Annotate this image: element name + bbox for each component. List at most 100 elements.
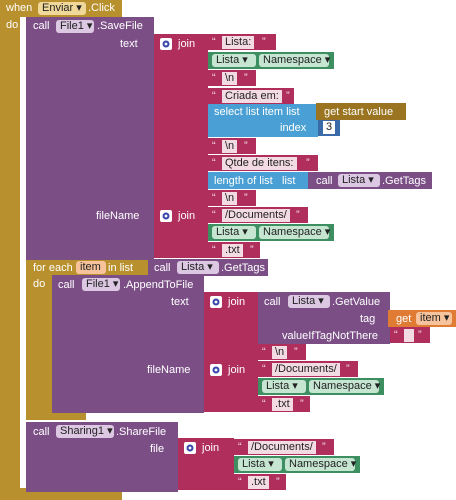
text-value[interactable]: /Documents/ [222, 209, 290, 222]
mutator-gear-icon[interactable] [210, 364, 222, 376]
text-value-empty[interactable] [404, 329, 414, 342]
call-label: call [316, 175, 333, 187]
quote-right: ” [296, 209, 300, 221]
call-label: call [58, 279, 75, 291]
join-label: join [178, 210, 196, 222]
method-appendtofile: .AppendToFile [123, 279, 194, 291]
quote-left: “ [238, 476, 242, 488]
method-savefile: .SaveFile [97, 20, 143, 32]
loop-variable-item[interactable]: item [76, 261, 106, 274]
component-dropdown-lista[interactable]: Lista ▾ [212, 54, 256, 67]
property-dropdown-namespace[interactable]: Namespace ▾ [259, 226, 330, 239]
variable-dropdown-item[interactable]: item ▾ [416, 312, 452, 325]
socket-file: file [150, 443, 165, 455]
quote-left: “ [212, 209, 216, 221]
component-dropdown-file1[interactable]: File1 ▾ [82, 278, 120, 291]
quote-left: “ [238, 441, 242, 453]
method-gettags: .GetTags [221, 262, 266, 274]
index-label: index [280, 122, 307, 134]
join-label: join [178, 38, 196, 50]
text-value[interactable]: .txt [272, 398, 293, 411]
text-value[interactable]: \n [222, 192, 238, 205]
socket-filename: fileName [96, 210, 140, 222]
text-value[interactable]: /Documents/ [248, 441, 316, 454]
component-dropdown-lista[interactable]: Lista ▾ [262, 380, 306, 393]
join-label: join [202, 442, 220, 454]
text-value[interactable]: /Documents/ [272, 363, 340, 376]
socket-valueiftagnotthere: valueIfTagNotThere [282, 330, 378, 342]
component-dropdown-file1[interactable]: File1 ▾ [56, 20, 94, 33]
select-list-label: select list item list [214, 106, 300, 118]
component-dropdown-lista[interactable]: Lista ▾ [238, 458, 282, 471]
do-label: do [6, 19, 19, 31]
text-value[interactable]: Qtde de itens: [222, 157, 297, 170]
quote-left: “ [212, 244, 216, 256]
component-dropdown-enviar[interactable]: Enviar ▾ [38, 2, 86, 15]
call-label: call [33, 20, 50, 32]
text-value[interactable]: .txt [222, 244, 243, 257]
socket-filename: fileName [147, 364, 191, 376]
quote-left: “ [394, 329, 398, 341]
quote-left: “ [212, 140, 216, 152]
index-value[interactable]: 3 [323, 121, 335, 134]
quote-right: ” [262, 36, 266, 48]
quote-right: ” [244, 192, 248, 204]
property-dropdown-namespace[interactable]: Namespace ▾ [309, 380, 380, 393]
component-dropdown-lista[interactable]: Lista ▾ [288, 295, 330, 308]
quote-left: “ [262, 363, 266, 375]
component-dropdown-lista[interactable]: Lista ▾ [338, 174, 380, 187]
mutator-gear-icon[interactable] [160, 210, 172, 222]
join-label: join [228, 296, 246, 308]
length-of-list-label: length of list [214, 175, 273, 187]
call-label: call [264, 296, 281, 308]
property-dropdown-namespace[interactable]: Namespace ▾ [259, 54, 330, 67]
quote-right: ” [276, 476, 280, 488]
do-label: do [33, 278, 46, 290]
get-start-value-label: get start value [324, 106, 394, 118]
component-dropdown-lista[interactable]: Lista ▾ [177, 261, 219, 274]
quote-left: “ [262, 346, 266, 358]
mutator-gear-icon[interactable] [160, 38, 172, 50]
component-dropdown-sharing1[interactable]: Sharing1 ▾ [56, 425, 114, 438]
list-socket-label: list [282, 175, 296, 187]
method-sharefile: .ShareFile [116, 426, 167, 438]
call-label: call [154, 262, 171, 274]
mutator-gear-icon[interactable] [184, 442, 196, 454]
property-dropdown-namespace[interactable]: Namespace ▾ [285, 458, 356, 471]
quote-right: ” [300, 398, 304, 410]
text-value[interactable]: \n [272, 346, 288, 359]
text-value[interactable]: \n [222, 140, 238, 153]
join-block[interactable] [154, 34, 208, 206]
get-label: get [396, 313, 412, 325]
for-each-label: for each [33, 262, 73, 274]
call-label: call [33, 426, 50, 438]
text-value[interactable]: Lista: [222, 36, 255, 49]
quote-right: ” [322, 441, 326, 453]
text-value[interactable]: .txt [248, 476, 269, 489]
quote-left: “ [212, 192, 216, 204]
quote-right: ” [250, 244, 254, 256]
quote-left: “ [262, 398, 266, 410]
socket-tag: tag [360, 313, 376, 325]
text-value[interactable]: \n [222, 72, 238, 85]
quote-left: “ [212, 72, 216, 84]
method-getvalue: .GetValue [332, 296, 381, 308]
savefile-block[interactable] [26, 17, 154, 262]
quote-right: ” [286, 90, 290, 102]
quote-right: ” [244, 72, 248, 84]
quote-right: ” [418, 329, 422, 341]
quote-left: “ [212, 157, 216, 169]
quote-right: ” [306, 157, 310, 169]
method-gettags: .GetTags [382, 175, 427, 187]
event-left-bar [0, 17, 20, 488]
text-value[interactable]: Criada em: [222, 90, 282, 103]
quote-right: ” [294, 346, 298, 358]
quote-left: “ [212, 90, 216, 102]
quote-left: “ [212, 36, 216, 48]
in-list-label: in list [108, 262, 134, 274]
component-dropdown-lista[interactable]: Lista ▾ [212, 226, 256, 239]
quote-right: ” [244, 140, 248, 152]
quote-right: ” [346, 363, 350, 375]
mutator-gear-icon[interactable] [210, 296, 222, 308]
when-label: when [6, 2, 33, 14]
